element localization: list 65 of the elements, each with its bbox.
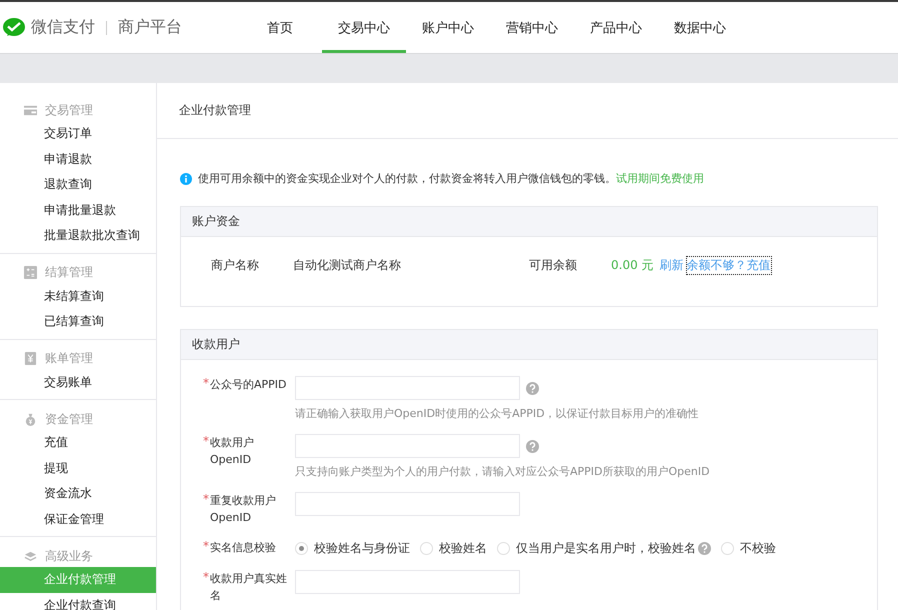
sidebar-group-title: 交易管理 — [45, 102, 93, 118]
merchant-name-value: 自动化测试商户名称 — [293, 257, 402, 274]
required-mark: * — [203, 539, 209, 555]
field-hint: 只支持向账户类型为个人的用户付款，请输入对应公众号APPID所获取的用户OpenID — [295, 464, 710, 479]
sidebar-item[interactable]: 申请退款 — [0, 146, 156, 172]
sidebar-group-title: 资金管理 — [45, 410, 93, 428]
input-field[interactable] — [295, 376, 520, 400]
merchant-name-label: 商户名称 — [211, 257, 260, 274]
sidebar-item[interactable]: 申请批量退款 — [0, 198, 156, 223]
notice-text: 使用可用余额中的资金实现企业对个人的付款，付款资金将转入用户微信钱包的零钱。 — [198, 171, 616, 186]
radio-label: 不校验 — [740, 540, 776, 556]
nav-tab[interactable]: 首页 — [238, 2, 322, 53]
sidebar-group-title: 高级业务 — [45, 548, 93, 564]
help-icon[interactable] — [526, 440, 539, 452]
radio-button[interactable] — [497, 542, 510, 554]
required-mark: * — [203, 434, 209, 450]
platform-name: 商户平台 — [118, 17, 182, 38]
calculator-icon — [24, 266, 37, 279]
help-icon[interactable] — [698, 542, 711, 554]
money-bag-icon — [24, 412, 37, 426]
sidebar-item[interactable]: 充值 — [0, 430, 156, 456]
sidebar-item[interactable]: 交易订单 — [0, 121, 156, 146]
sidebar-item[interactable]: 资金流水 — [0, 481, 156, 506]
help-icon[interactable] — [526, 382, 539, 394]
field-label: 重复收款用户OpenID — [210, 493, 277, 526]
input-field[interactable] — [295, 492, 520, 516]
nav-tab[interactable]: 营销中心 — [490, 2, 574, 53]
balance-label: 可用余额 — [529, 257, 578, 274]
nav-tab[interactable]: 账户中心 — [406, 2, 490, 53]
radio-button[interactable] — [721, 542, 734, 554]
panel-header: 账户资金 — [181, 207, 877, 237]
sidebar-item[interactable]: 批量退款批次查询 — [0, 223, 156, 248]
info-icon — [180, 172, 192, 184]
field-hint: 请正确输入获取用户OpenID时使用的公众号APPID，以保证付款目标用户的准确性 — [295, 406, 699, 421]
radio-button[interactable] — [295, 542, 308, 554]
field-label: 收款用户OpenID — [210, 435, 255, 468]
sidebar-item[interactable]: 退款查询 — [0, 172, 156, 198]
yen-icon — [24, 352, 37, 365]
input-field[interactable] — [295, 570, 520, 594]
required-mark: * — [203, 492, 209, 508]
field-label: 公众号的APPID — [210, 377, 288, 393]
sidebar-item[interactable]: 交易账单 — [0, 370, 156, 395]
sidebar-group-title: 账单管理 — [45, 350, 93, 367]
sidebar-item[interactable]: 提现 — [0, 456, 156, 481]
sidebar-item[interactable]: 保证金管理 — [0, 506, 156, 532]
field-label: 实名信息校验 — [210, 540, 277, 556]
brand-name: 微信支付 — [31, 17, 95, 38]
radio-button[interactable] — [420, 542, 433, 554]
page-title: 企业付款管理 — [157, 83, 898, 139]
input-field[interactable] — [295, 434, 520, 458]
panel-header: 收款用户 — [181, 330, 877, 360]
layers-icon — [24, 550, 37, 562]
nav-tab[interactable]: 数据中心 — [658, 2, 742, 53]
radio-label: 仅当用户是实名用户时，校验姓名 — [516, 540, 696, 556]
sidebar-item[interactable]: 未结算查询 — [0, 284, 156, 309]
radio-label: 校验姓名 — [439, 540, 487, 556]
required-mark: * — [203, 570, 209, 586]
card-icon — [24, 104, 37, 116]
sidebar-item[interactable]: 已结算查询 — [0, 309, 156, 334]
required-mark: * — [203, 376, 209, 392]
balance-value: 0.00 元 — [611, 257, 654, 274]
radio-label: 校验姓名与身份证 — [314, 540, 410, 556]
sidebar-group-title: 结算管理 — [45, 264, 93, 281]
field-label: 收款用户真实姓名 — [210, 571, 288, 604]
nav-tab[interactable]: 产品中心 — [574, 2, 658, 53]
